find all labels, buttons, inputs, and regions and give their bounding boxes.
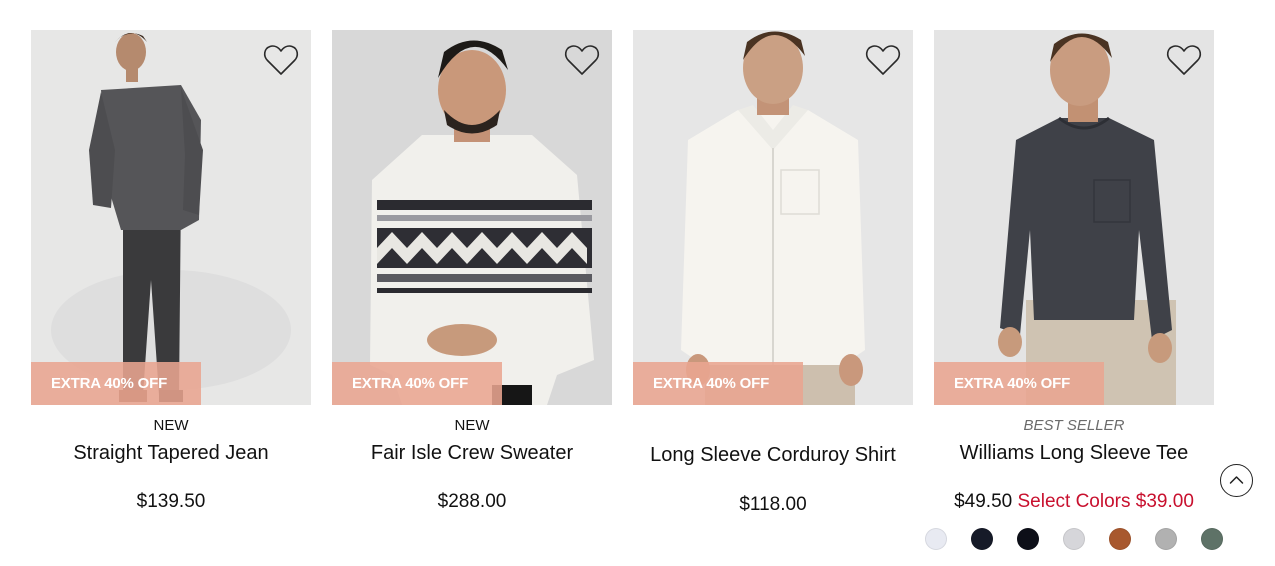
promo-tag: EXTRA 40% OFF	[934, 362, 1104, 405]
product-card[interactable]: EXTRA 40% OFF BEST SELLER Williams Long …	[925, 30, 1223, 560]
product-price: $49.50 Select Colors $39.00	[934, 491, 1214, 513]
color-swatch[interactable]	[925, 528, 947, 550]
color-swatch[interactable]	[971, 528, 993, 550]
product-badge: BEST SELLER	[1023, 417, 1125, 434]
product-name[interactable]: Straight Tapered Jean	[31, 442, 311, 465]
product-card[interactable]: EXTRA 40% OFF Long Sleeve Corduroy Shirt…	[633, 30, 913, 560]
promo-tag: EXTRA 40% OFF	[633, 362, 803, 405]
product-card[interactable]: EXTRA 40% OFF NEW Fair Isle Crew Sweater…	[332, 30, 612, 560]
product-image[interactable]: EXTRA 40% OFF	[633, 30, 913, 405]
wishlist-heart-icon[interactable]	[263, 42, 299, 78]
promo-tag: EXTRA 40% OFF	[332, 362, 502, 405]
back-to-top-button[interactable]	[1220, 464, 1253, 497]
color-swatch[interactable]	[1017, 528, 1039, 550]
sale-price: Select Colors $39.00	[1017, 491, 1194, 512]
product-price: $139.50	[136, 491, 206, 512]
color-swatch[interactable]	[1063, 528, 1085, 550]
color-swatch[interactable]	[1201, 528, 1223, 550]
product-card[interactable]: EXTRA 40% OFF NEW Straight Tapered Jean …	[31, 30, 311, 560]
model-in-dark-shirt-and-jeans-photo	[31, 30, 311, 405]
product-name[interactable]: Williams Long Sleeve Tee	[934, 442, 1214, 465]
product-image[interactable]: EXTRA 40% OFF	[332, 30, 612, 405]
product-price: $118.00	[739, 494, 807, 515]
wishlist-heart-icon[interactable]	[865, 42, 901, 78]
model-in-white-corduroy-shirt-photo	[633, 30, 913, 405]
model-in-fair-isle-sweater-photo	[332, 30, 612, 405]
wishlist-heart-icon[interactable]	[1166, 42, 1202, 78]
product-grid: EXTRA 40% OFF NEW Straight Tapered Jean …	[31, 30, 1223, 560]
product-badge: NEW	[153, 417, 189, 434]
chevron-up-icon	[1229, 476, 1244, 484]
product-name[interactable]: Long Sleeve Corduroy Shirt	[633, 444, 913, 467]
color-swatch[interactable]	[1109, 528, 1131, 550]
product-image[interactable]: EXTRA 40% OFF	[934, 30, 1214, 405]
color-swatches	[925, 528, 1225, 552]
product-price: $288.00	[437, 491, 507, 512]
promo-tag: EXTRA 40% OFF	[31, 362, 201, 405]
model-in-charcoal-long-sleeve-tee-photo	[934, 30, 1214, 405]
color-swatch[interactable]	[1155, 528, 1177, 550]
product-name[interactable]: Fair Isle Crew Sweater	[332, 442, 612, 465]
product-image[interactable]: EXTRA 40% OFF	[31, 30, 311, 405]
product-badge: NEW	[454, 417, 490, 434]
wishlist-heart-icon[interactable]	[564, 42, 600, 78]
regular-price: $49.50	[954, 491, 1013, 512]
